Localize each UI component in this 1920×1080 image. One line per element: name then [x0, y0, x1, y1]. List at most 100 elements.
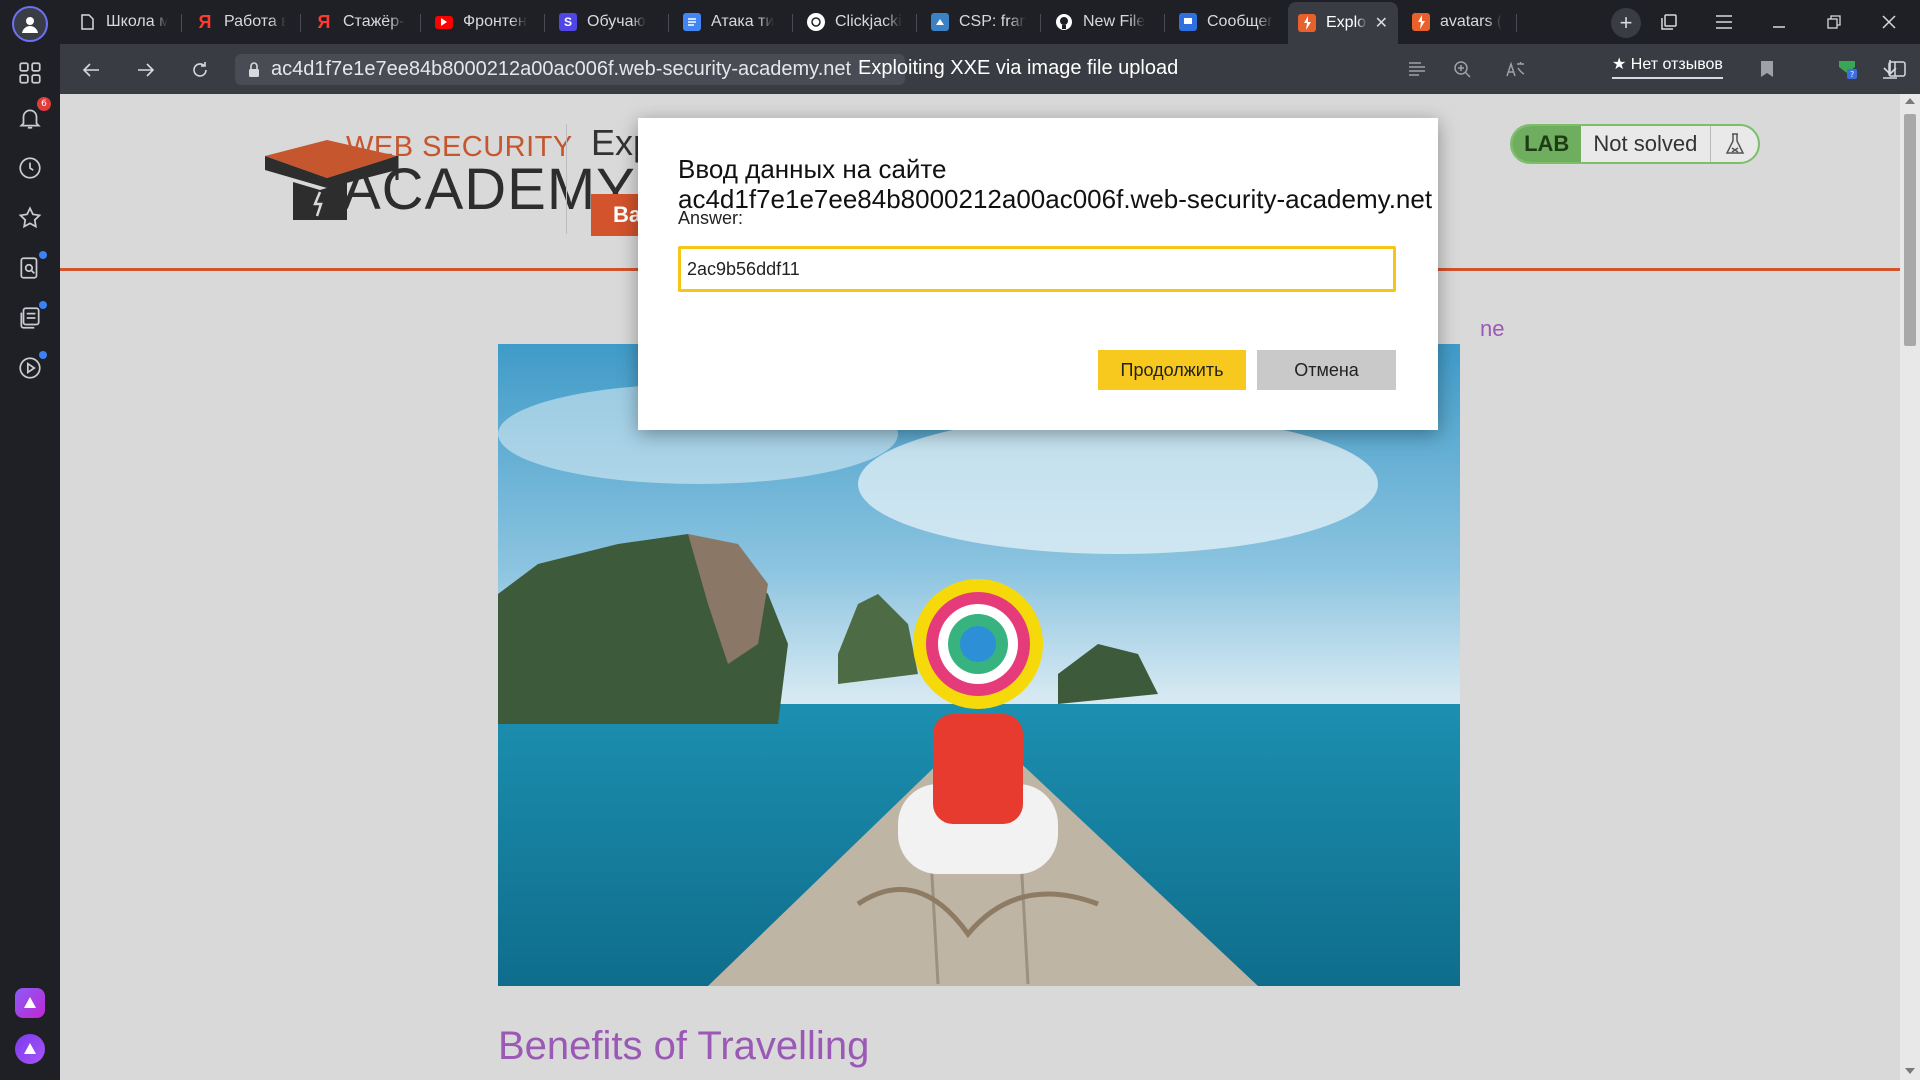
tab-separator: [300, 14, 301, 32]
chat-icon: [1179, 13, 1197, 31]
tab-title: avatars (: [1440, 13, 1502, 30]
scroll-up-arrow-icon[interactable]: [1905, 98, 1915, 104]
history-clock-icon[interactable]: [15, 153, 45, 183]
answer-label: Answer:: [678, 208, 744, 228]
lock-icon[interactable]: [245, 61, 263, 79]
triangle-icon: [24, 997, 36, 1008]
dialog-host: ac4d1f7e1e7ee84b8000212a00ac006f.web-sec…: [678, 184, 1433, 214]
cancel-button[interactable]: Отмена: [1257, 350, 1396, 390]
close-tab-icon[interactable]: ✕: [1375, 13, 1388, 33]
tab-separator: [916, 14, 917, 32]
tab-separator: [792, 14, 793, 32]
extension-download-icon[interactable]: ?: [1835, 57, 1859, 81]
vertical-scrollbar[interactable]: [1900, 94, 1920, 1080]
home-link[interactable]: ne: [1480, 316, 1504, 342]
header-divider: [566, 124, 567, 234]
tab[interactable]: Clickjacki: [797, 4, 912, 40]
csp-icon: [931, 13, 949, 31]
search-page-icon[interactable]: [15, 251, 47, 283]
close-window-icon[interactable]: [1875, 8, 1903, 36]
continue-button[interactable]: Продолжить: [1098, 350, 1246, 390]
tab-manager-icon[interactable]: [1655, 8, 1683, 36]
tab[interactable]: New File: [1045, 4, 1160, 40]
tab-separator: [1516, 14, 1517, 32]
scroll-down-arrow-icon[interactable]: [1905, 1068, 1915, 1074]
bookmarks-star-icon[interactable]: [15, 203, 45, 233]
clickjacking-icon: [807, 13, 825, 31]
reload-icon[interactable]: [186, 56, 214, 84]
download-arrow-icon[interactable]: [1878, 57, 1902, 81]
lab-status-badge: LAB Not solved: [1510, 124, 1760, 164]
tab-title: Школа м: [106, 13, 168, 30]
tab-title: Clickjacki: [835, 13, 902, 30]
tab-separator: [420, 14, 421, 32]
youtube-icon: [435, 15, 453, 29]
new-tab-plus-icon[interactable]: +: [1611, 8, 1641, 38]
translate-icon[interactable]: [1503, 57, 1527, 81]
tab-separator: [1164, 14, 1165, 32]
notification-count-badge: 6: [37, 97, 51, 111]
lab-tag: LAB: [1512, 126, 1582, 162]
zoom-icon[interactable]: [1450, 57, 1474, 81]
tab-active[interactable]: Exploi ✕: [1288, 2, 1398, 44]
portswigger-icon: [1412, 13, 1430, 31]
s-icon: S: [559, 13, 577, 31]
reviews-button[interactable]: ★ Нет отзывов: [1612, 54, 1723, 79]
restore-window-icon[interactable]: [1820, 8, 1848, 36]
reader-mode-icon[interactable]: [1405, 57, 1429, 81]
apps-grid-icon[interactable]: [15, 58, 45, 88]
tab[interactable]: avatars (: [1402, 4, 1512, 40]
tab-separator: [668, 14, 669, 32]
menu-hamburger-icon[interactable]: [1710, 8, 1738, 36]
tab[interactable]: Я Работа в: [186, 4, 296, 40]
post-title[interactable]: Benefits of Travelling: [498, 1024, 869, 1069]
tab[interactable]: Фронтен: [425, 4, 540, 40]
tab[interactable]: Школа м: [68, 4, 178, 40]
tab[interactable]: CSP: fran: [921, 4, 1036, 40]
yandex-icon: Я: [317, 11, 331, 32]
tab-title: Сообщег: [1207, 13, 1274, 30]
address-bar[interactable]: ac4d1f7e1e7ee84b8000212a00ac006f.web-sec…: [235, 54, 905, 85]
portswigger-icon: [1298, 14, 1316, 32]
docs-icon: [683, 13, 701, 31]
back-arrow-icon[interactable]: [77, 56, 105, 84]
tab-title: New File: [1083, 13, 1146, 30]
tab-title: Атака ти: [711, 13, 775, 30]
tab-title: Стажёр-р: [343, 13, 405, 30]
answer-input[interactable]: [678, 246, 1396, 292]
browser-sidebar: 6: [0, 0, 60, 1080]
tab[interactable]: Я Стажёр-р: [305, 4, 415, 40]
sidebar-dot: [39, 251, 47, 259]
url-text: ac4d1f7e1e7ee84b8000212a00ac006f.web-sec…: [271, 58, 852, 80]
sidebar-dot: [39, 301, 47, 309]
flask-icon: [1710, 126, 1758, 162]
tab-separator: [1040, 14, 1041, 32]
video-play-icon[interactable]: [15, 351, 47, 383]
messenger-app-icon[interactable]: [15, 988, 45, 1018]
minimize-window-icon[interactable]: [1765, 8, 1793, 36]
dialog-title: Ввод данных на сайте: [678, 154, 947, 184]
notifications-bell-icon[interactable]: 6: [15, 97, 51, 133]
address-toolbar: ac4d1f7e1e7ee84b8000212a00ac006f.web-sec…: [60, 44, 1920, 94]
forward-arrow-icon[interactable]: [132, 56, 160, 84]
tab[interactable]: Атака ти: [673, 4, 788, 40]
collections-icon[interactable]: [15, 301, 47, 333]
lab-status-text: Not solved: [1593, 131, 1698, 156]
tab-separator: [544, 14, 545, 32]
travel-hero-image: [498, 344, 1460, 986]
prompt-dialog: Ввод данных на сайте ac4d1f7e1e7ee84b800…: [638, 118, 1438, 430]
tab-separator: [181, 14, 182, 32]
tab[interactable]: S Обучаю: [549, 4, 664, 40]
tab-title: Фронтен: [463, 13, 527, 30]
scrollbar-thumb[interactable]: [1904, 114, 1916, 346]
profile-avatar[interactable]: [12, 6, 48, 42]
user-icon: [22, 17, 38, 33]
sidebar-dot: [39, 351, 47, 359]
tab-title: CSP: fran: [959, 13, 1026, 30]
page-title: Exploiting XXE via image file upload: [858, 57, 1179, 79]
file-icon: [78, 13, 96, 31]
tab-strip: Школа м Я Работа в Я Стажёр-р Фронтен S …: [60, 0, 1920, 44]
bookmark-icon[interactable]: [1755, 57, 1779, 81]
alice-assistant-icon[interactable]: [15, 1034, 45, 1064]
tab[interactable]: Сообщег: [1169, 4, 1284, 40]
